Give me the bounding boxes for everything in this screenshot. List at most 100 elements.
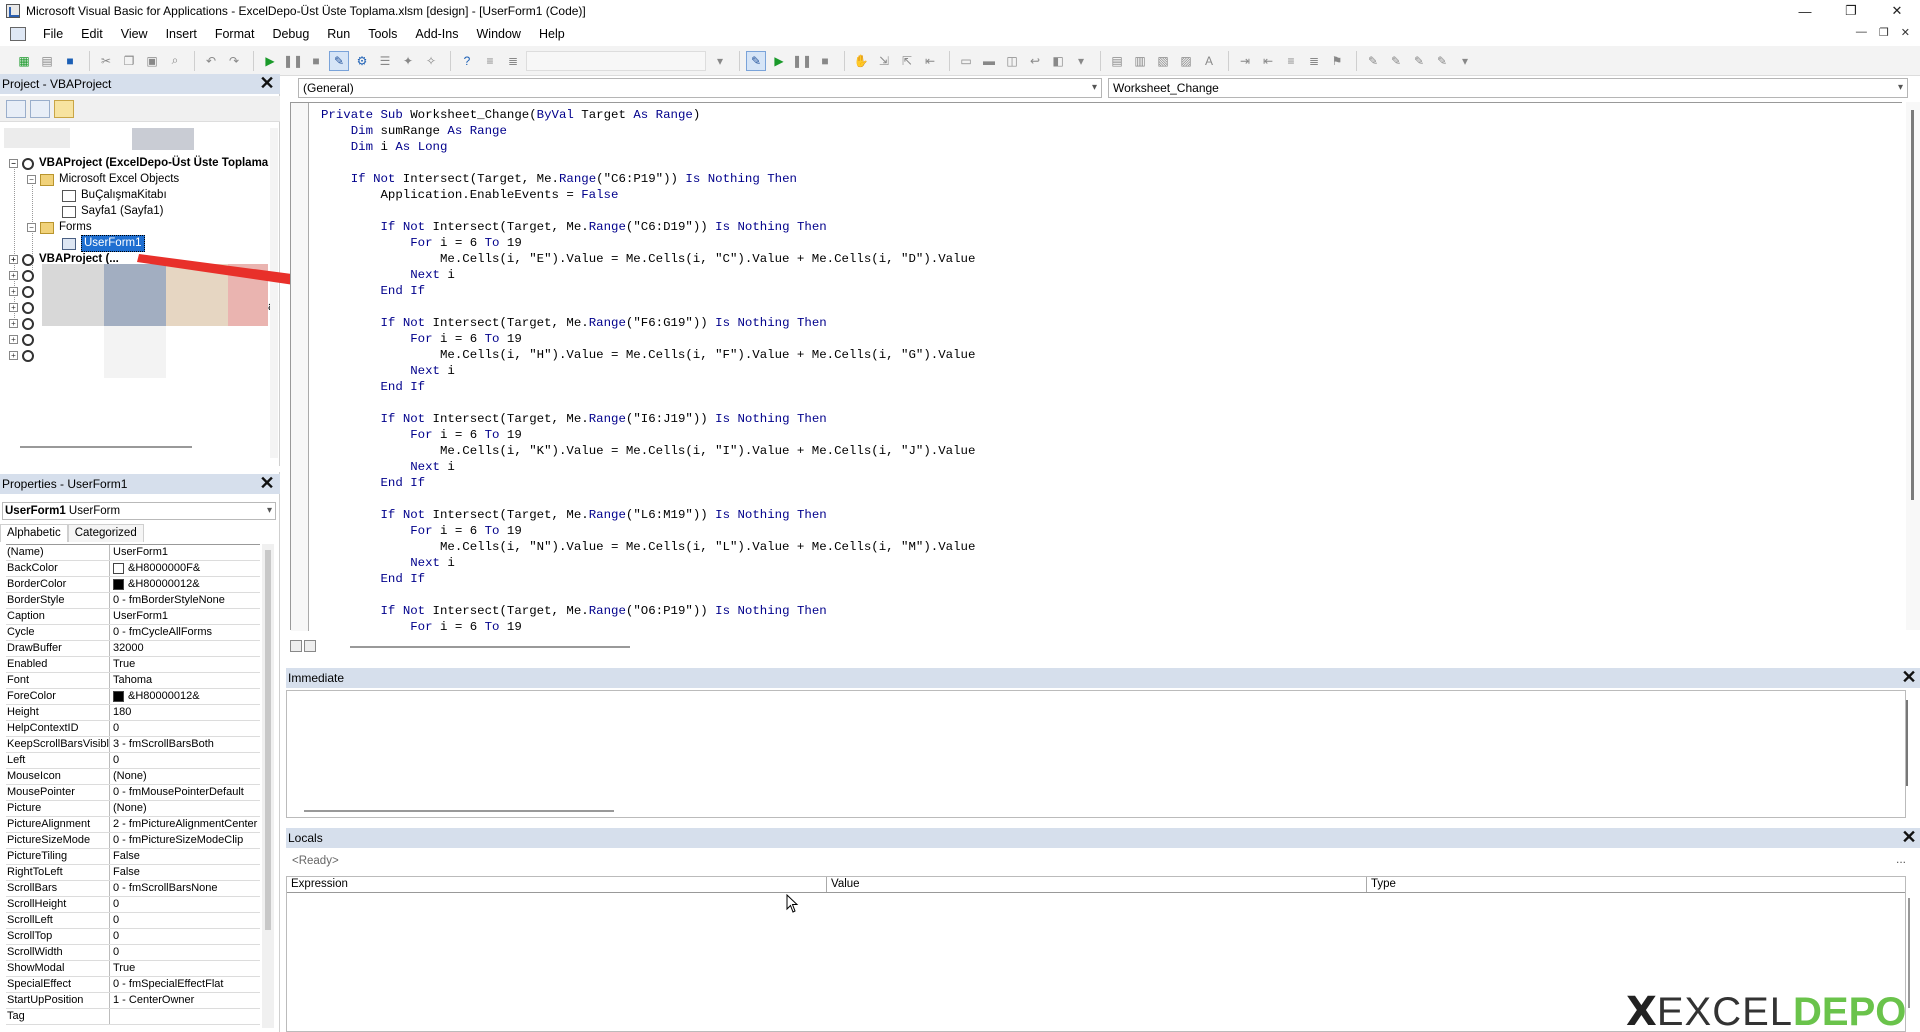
property-row[interactable]: Caption UserForm1 <box>6 609 260 625</box>
project-close-button[interactable]: ✕ <box>258 74 276 93</box>
property-row[interactable]: PictureTiling False <box>6 849 260 865</box>
run-2-icon[interactable]: ▶ <box>769 51 789 71</box>
immediate-close-button[interactable]: ✕ <box>1900 668 1918 687</box>
tree-collapsed-project[interactable]: + <box>9 300 39 315</box>
tree-collapsed-project[interactable]: + <box>9 348 39 363</box>
code-line[interactable]: End If <box>321 379 975 395</box>
property-value[interactable]: 0 - fmSpecialEffectFlat <box>110 977 260 992</box>
property-value[interactable]: 0 <box>110 897 260 912</box>
paste-icon[interactable]: ▣ <box>142 51 162 71</box>
excel-icon[interactable]: ▦ <box>14 51 34 71</box>
properties-scrollbar[interactable] <box>262 544 274 1028</box>
property-row[interactable]: ScrollHeight 0 <box>6 897 260 913</box>
column-type[interactable]: Type <box>1367 877 1905 892</box>
property-value[interactable]: True <box>110 961 260 976</box>
property-row[interactable]: BorderColor &H80000012& <box>6 577 260 593</box>
full-module-view-icon[interactable] <box>304 640 316 652</box>
property-row[interactable]: HelpContextID 0 <box>6 721 260 737</box>
tree-hscroll[interactable] <box>20 446 192 448</box>
code-line[interactable]: If Not Intersect(Target, Me.Range("C6:D1… <box>321 219 975 235</box>
list-properties-icon[interactable]: ▤ <box>1107 51 1127 71</box>
property-value[interactable]: UserForm1 <box>110 609 260 624</box>
call-stack-button[interactable]: ... <box>1896 852 1906 866</box>
property-value[interactable]: True <box>110 657 260 672</box>
property-value[interactable]: 3 - fmScrollBarsBoth <box>110 737 260 752</box>
expand-icon[interactable]: + <box>9 303 18 312</box>
code-line[interactable]: For i = 6 To 19 <box>321 523 975 539</box>
expand-icon[interactable]: + <box>9 271 18 280</box>
property-row[interactable]: Left 0 <box>6 753 260 769</box>
code-line[interactable]: For i = 6 To 19 <box>321 427 975 443</box>
restore-button[interactable]: ❐ <box>1828 0 1874 22</box>
property-value[interactable]: False <box>110 849 260 864</box>
property-row[interactable]: ForeColor &H80000012& <box>6 689 260 705</box>
code-line[interactable]: If Not Intersect(Target, Me.Range("O6:P1… <box>321 603 975 619</box>
tree-collapsed-project[interactable]: + <box>9 268 39 283</box>
property-value[interactable]: 0 <box>110 945 260 960</box>
property-value[interactable]: 1 - CenterOwner <box>110 993 260 1008</box>
property-value[interactable]: 0 - fmMousePointerDefault <box>110 785 260 800</box>
save-icon[interactable]: ■ <box>60 51 80 71</box>
reset-2-icon[interactable]: ■ <box>815 51 835 71</box>
code-vscroll[interactable] <box>1906 102 1920 630</box>
property-row[interactable]: PictureAlignment 2 - fmPictureAlignmentCe… <box>6 817 260 833</box>
property-row[interactable]: ScrollWidth 0 <box>6 945 260 961</box>
code-line[interactable]: Application.EnableEvents = False <box>321 187 975 203</box>
help-icon[interactable]: ? <box>457 51 477 71</box>
edit-indent-icon[interactable]: ⇥ <box>1235 51 1255 71</box>
code-line[interactable]: End If <box>321 475 975 491</box>
immediate-window[interactable] <box>286 690 1906 818</box>
code-line[interactable]: If Not Intersect(Target, Me.Range("F6:G1… <box>321 315 975 331</box>
properties-window-icon[interactable]: ☰ <box>375 51 395 71</box>
menu-debug[interactable]: Debug <box>263 27 318 41</box>
property-row[interactable]: Font Tahoma <box>6 673 260 689</box>
scroll-thumb[interactable] <box>265 550 271 930</box>
property-value[interactable]: &H8000000F& <box>110 561 260 576</box>
property-row[interactable]: StartUpPosition 1 - CenterOwner <box>6 993 260 1009</box>
code-text[interactable]: Private Sub Worksheet_Change(ByVal Targe… <box>321 107 975 635</box>
step-into-icon[interactable]: ⇲ <box>874 51 894 71</box>
quick-watch-icon[interactable]: ◧ <box>1048 51 1068 71</box>
code-line[interactable] <box>321 155 975 171</box>
object-combo[interactable]: (General) ▾ <box>298 78 1102 98</box>
code-line[interactable]: Me.Cells(i, "E").Value = Me.Cells(i, "C"… <box>321 251 975 267</box>
watch-window-icon[interactable]: ◫ <box>1002 51 1022 71</box>
code-line[interactable] <box>321 491 975 507</box>
code-line[interactable]: Me.Cells(i, "K").Value = Me.Cells(i, "I"… <box>321 443 975 459</box>
comment-block-icon[interactable]: ≡ <box>1281 51 1301 71</box>
menu-tools[interactable]: Tools <box>359 27 406 41</box>
property-value[interactable]: False <box>110 865 260 880</box>
property-row[interactable]: ScrollLeft 0 <box>6 913 260 929</box>
immediate-hscroll[interactable] <box>304 810 614 812</box>
tree-excel-objects[interactable]: − Microsoft Excel Objects <box>27 172 179 187</box>
property-value[interactable]: Tahoma <box>110 673 260 688</box>
code-line[interactable]: If Not Intersect(Target, Me.Range("L6:M1… <box>321 507 975 523</box>
property-value[interactable]: 0 <box>110 721 260 736</box>
code-line[interactable] <box>321 299 975 315</box>
property-row[interactable]: RightToLeft False <box>6 865 260 881</box>
expand-icon[interactable]: + <box>9 287 18 296</box>
code-line[interactable]: If Not Intersect(Target, Me.Range("C6:P1… <box>321 171 975 187</box>
code-line[interactable]: Me.Cells(i, "N").Value = Me.Cells(i, "L"… <box>321 539 975 555</box>
property-value[interactable]: 32000 <box>110 641 260 656</box>
property-value[interactable]: 0 - fmBorderStyleNone <box>110 593 260 608</box>
property-row[interactable]: MousePointer 0 - fmMousePointerDefault <box>6 785 260 801</box>
tab-alphabetic[interactable]: Alphabetic <box>0 524 68 542</box>
column-expression[interactable]: Expression <box>287 877 827 892</box>
menu-file[interactable]: File <box>34 27 72 41</box>
clear-bookmarks-icon[interactable]: ✎ <box>1432 51 1452 71</box>
parameter-info-icon[interactable]: ▨ <box>1176 51 1196 71</box>
menu-run[interactable]: Run <box>318 27 359 41</box>
break-2-icon[interactable]: ❚❚ <box>792 51 812 71</box>
expand-icon[interactable]: + <box>9 335 18 344</box>
quick-info-icon[interactable]: ▧ <box>1153 51 1173 71</box>
complete-word-icon[interactable]: A <box>1199 51 1219 71</box>
mdi-minimize-button[interactable]: — <box>1856 26 1867 39</box>
locals-window-icon[interactable]: ▭ <box>956 51 976 71</box>
property-value[interactable]: (None) <box>110 769 260 784</box>
tree-collapsed-project[interactable]: + <box>9 316 39 331</box>
expand-icon[interactable]: + <box>9 351 18 360</box>
outdent-icon[interactable]: ≣ <box>503 51 523 71</box>
redo-icon[interactable]: ↷ <box>224 51 244 71</box>
object-browser-icon[interactable]: ✦ <box>398 51 418 71</box>
